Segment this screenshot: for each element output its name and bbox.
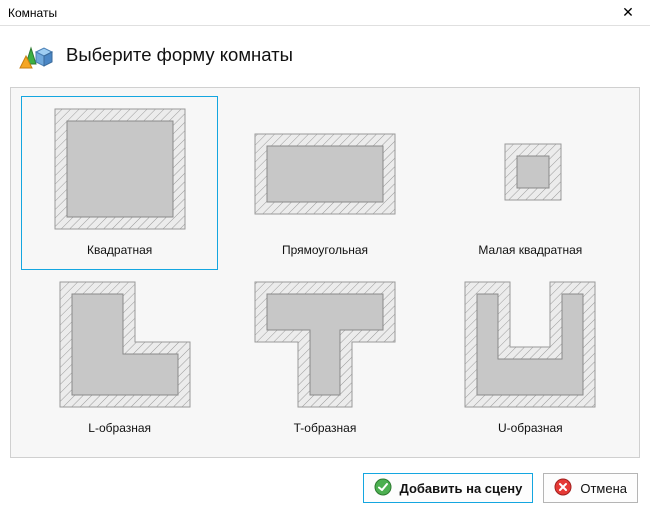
shape-option-l[interactable]: L-образная [21, 274, 218, 448]
titlebar: Комнаты ✕ [0, 0, 650, 26]
shape-label: T-образная [294, 421, 357, 435]
add-button-label: Добавить на сцену [400, 481, 523, 496]
app-icon [16, 34, 54, 75]
cancel-button[interactable]: Отмена [543, 473, 638, 503]
shape-option-rect[interactable]: Прямоугольная [226, 96, 423, 270]
add-to-scene-button[interactable]: Добавить на сцену [363, 473, 534, 503]
shape-label: Малая квадратная [478, 243, 582, 257]
dialog-title: Выберите форму комнаты [66, 44, 293, 66]
shape-option-t[interactable]: T-образная [226, 274, 423, 448]
shape-picker: Квадратная Прямоугольная Малая квадратна… [10, 87, 640, 458]
cancel-button-label: Отмена [580, 481, 627, 496]
check-icon [374, 478, 392, 499]
shape-thumb-square [30, 99, 210, 239]
shape-label: L-образная [88, 421, 151, 435]
shape-thumb-small-square [440, 99, 620, 239]
shape-option-small-square[interactable]: Малая квадратная [432, 96, 629, 270]
shape-label: U-образная [498, 421, 563, 435]
shape-label: Прямоугольная [282, 243, 368, 257]
dialog-footer: Добавить на сцену Отмена [363, 473, 638, 503]
window-title: Комнаты [8, 6, 57, 20]
close-icon[interactable]: ✕ [614, 3, 642, 23]
shape-thumb-t [235, 277, 415, 417]
dialog-header: Выберите форму комнаты [0, 26, 650, 87]
shape-option-square[interactable]: Квадратная [21, 96, 218, 270]
cancel-icon [554, 478, 572, 499]
shape-thumb-rect [235, 99, 415, 239]
shape-grid: Квадратная Прямоугольная Малая квадратна… [21, 96, 629, 447]
shape-label: Квадратная [87, 243, 152, 257]
shape-option-u[interactable]: U-образная [432, 274, 629, 448]
shape-thumb-l [30, 277, 210, 417]
shape-thumb-u [440, 277, 620, 417]
